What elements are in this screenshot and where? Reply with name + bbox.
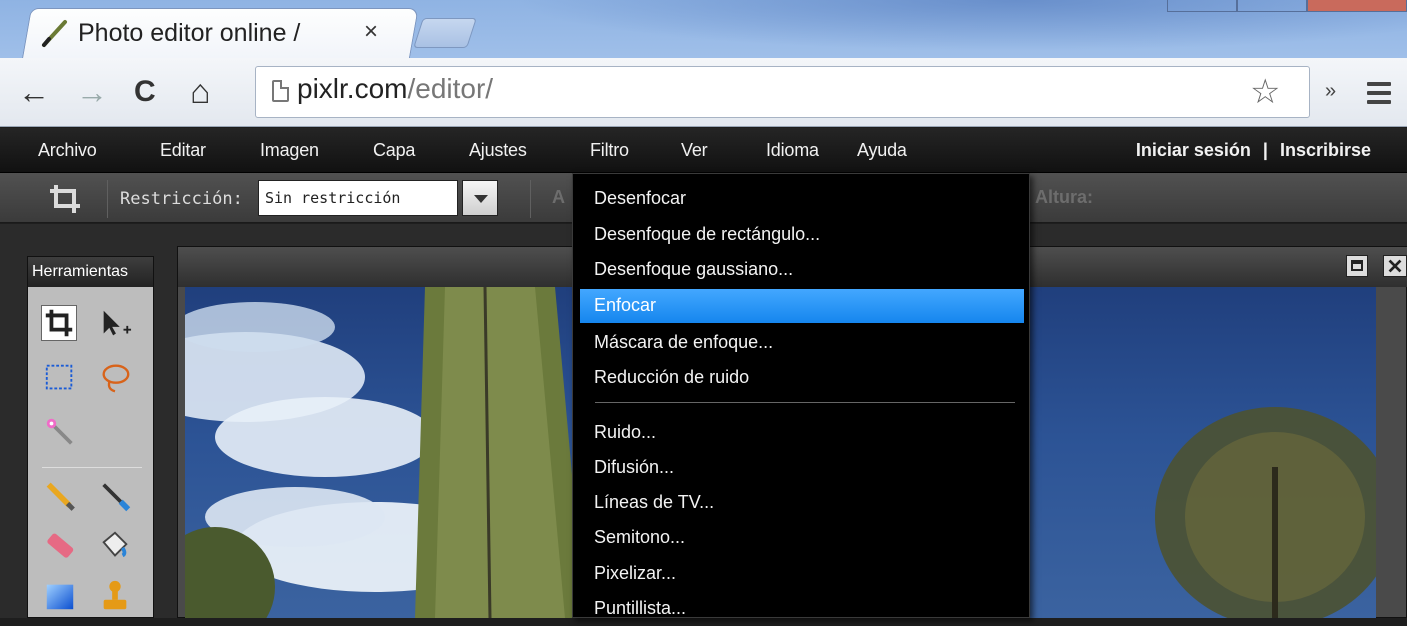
chevron-down-icon[interactable]	[462, 180, 498, 216]
brush-icon	[102, 483, 131, 512]
filter-menu-divider	[595, 402, 1015, 403]
eraser-icon	[47, 533, 74, 558]
filter-item-puntillista[interactable]: Puntillista...	[580, 592, 1024, 626]
page-icon	[272, 80, 289, 102]
filter-item-mascara-enfoque[interactable]: Máscara de enfoque...	[580, 326, 1024, 360]
new-tab-button[interactable]	[413, 18, 477, 48]
options-divider	[530, 180, 531, 218]
paint-bucket-tool[interactable]	[98, 529, 134, 565]
filter-menu: Desenfocar Desenfoque de rectángulo... D…	[572, 173, 1030, 618]
marquee-tool[interactable]	[43, 361, 79, 397]
height-label: Altura:	[1035, 187, 1093, 207]
close-icon[interactable]	[1383, 255, 1407, 277]
menu-ver[interactable]: Ver	[681, 140, 708, 161]
filter-item-desenfoque-rectangulo[interactable]: Desenfoque de rectángulo...	[580, 218, 1024, 252]
filter-item-enfocar[interactable]: Enfocar	[580, 289, 1024, 323]
tab-close-icon[interactable]: ×	[364, 18, 378, 46]
crop-icon	[50, 185, 80, 213]
paint-bucket-icon	[102, 531, 128, 558]
filter-item-ruido[interactable]: Ruido...	[580, 416, 1024, 450]
filter-item-desenfoque-gaussiano[interactable]: Desenfoque gaussiano...	[580, 253, 1024, 287]
options-divider	[107, 180, 108, 218]
marquee-icon	[45, 364, 73, 390]
move-arrow-icon	[103, 310, 132, 336]
app-menubar: Archivo Editar Imagen Capa Ajustes Filtr…	[0, 128, 1407, 173]
crop-tool-icon	[45, 309, 73, 337]
menu-ayuda[interactable]: Ayuda	[857, 140, 907, 161]
back-icon[interactable]: ←	[18, 72, 50, 112]
window-controls[interactable]	[1167, 0, 1407, 12]
filter-item-pixelizar[interactable]: Pixelizar...	[580, 557, 1024, 591]
filter-item-difusion[interactable]: Difusión...	[580, 451, 1024, 485]
pencil-tool[interactable]	[43, 479, 79, 515]
auth-separator: |	[1262, 140, 1268, 160]
stamp-icon	[103, 580, 127, 610]
filter-item-semitono[interactable]: Semitono...	[580, 521, 1024, 555]
menu-capa[interactable]: Capa	[373, 140, 415, 161]
brush-tool[interactable]	[98, 479, 134, 515]
tools-panel: Herramientas	[27, 256, 154, 618]
menu-filtro[interactable]: Filtro	[590, 140, 629, 161]
lasso-icon	[102, 364, 130, 393]
menu-imagen[interactable]: Imagen	[260, 140, 319, 161]
magic-wand-icon	[46, 418, 73, 445]
move-tool[interactable]	[98, 307, 134, 343]
url-text[interactable]: pixlr.com/editor/	[297, 73, 493, 105]
pencil-icon	[42, 20, 67, 47]
bookmark-star-icon[interactable]: ☆	[1250, 72, 1280, 112]
clone-stamp-tool[interactable]	[98, 579, 134, 615]
home-icon[interactable]: ⌂	[190, 72, 211, 112]
tab-title: Photo editor online /	[78, 18, 301, 47]
restriction-label: Restricción:	[120, 189, 243, 209]
signup-link[interactable]: Inscribirse	[1280, 140, 1371, 160]
restriction-select[interactable]: Sin restricción	[258, 180, 458, 216]
eraser-tool[interactable]	[43, 529, 79, 565]
filter-item-reduccion-ruido[interactable]: Reducción de ruido	[580, 361, 1024, 395]
menu-ajustes[interactable]: Ajustes	[469, 140, 527, 161]
menu-archivo[interactable]: Archivo	[38, 140, 97, 161]
tab-content: Photo editor online /	[40, 16, 300, 50]
menu-editar[interactable]: Editar	[160, 140, 206, 161]
menu-idioma[interactable]: Idioma	[766, 140, 819, 161]
tools-panel-title: Herramientas	[28, 257, 153, 287]
pencil-tool-icon	[46, 482, 75, 511]
magic-wand-tool[interactable]	[43, 415, 79, 451]
gradient-tool[interactable]	[43, 579, 79, 615]
reload-icon[interactable]: C	[134, 72, 156, 112]
auth-links: Iniciar sesión | Inscribirse	[1136, 140, 1371, 161]
hamburger-menu-icon[interactable]	[1367, 82, 1391, 104]
maximize-icon[interactable]	[1346, 255, 1368, 277]
login-link[interactable]: Iniciar sesión	[1136, 140, 1251, 160]
filter-item-lineas-tv[interactable]: Líneas de TV...	[580, 486, 1024, 520]
filter-item-desenfocar[interactable]: Desenfocar	[580, 182, 1024, 216]
width-label: A	[552, 187, 565, 207]
extensions-overflow-icon[interactable]: »	[1325, 80, 1336, 103]
lasso-tool[interactable]	[98, 361, 134, 397]
restriction-value: Sin restricción	[265, 189, 401, 207]
crop-tool[interactable]	[41, 305, 77, 341]
tools-divider	[42, 467, 142, 468]
gradient-icon	[46, 584, 74, 610]
forward-icon[interactable]: →	[76, 72, 108, 112]
